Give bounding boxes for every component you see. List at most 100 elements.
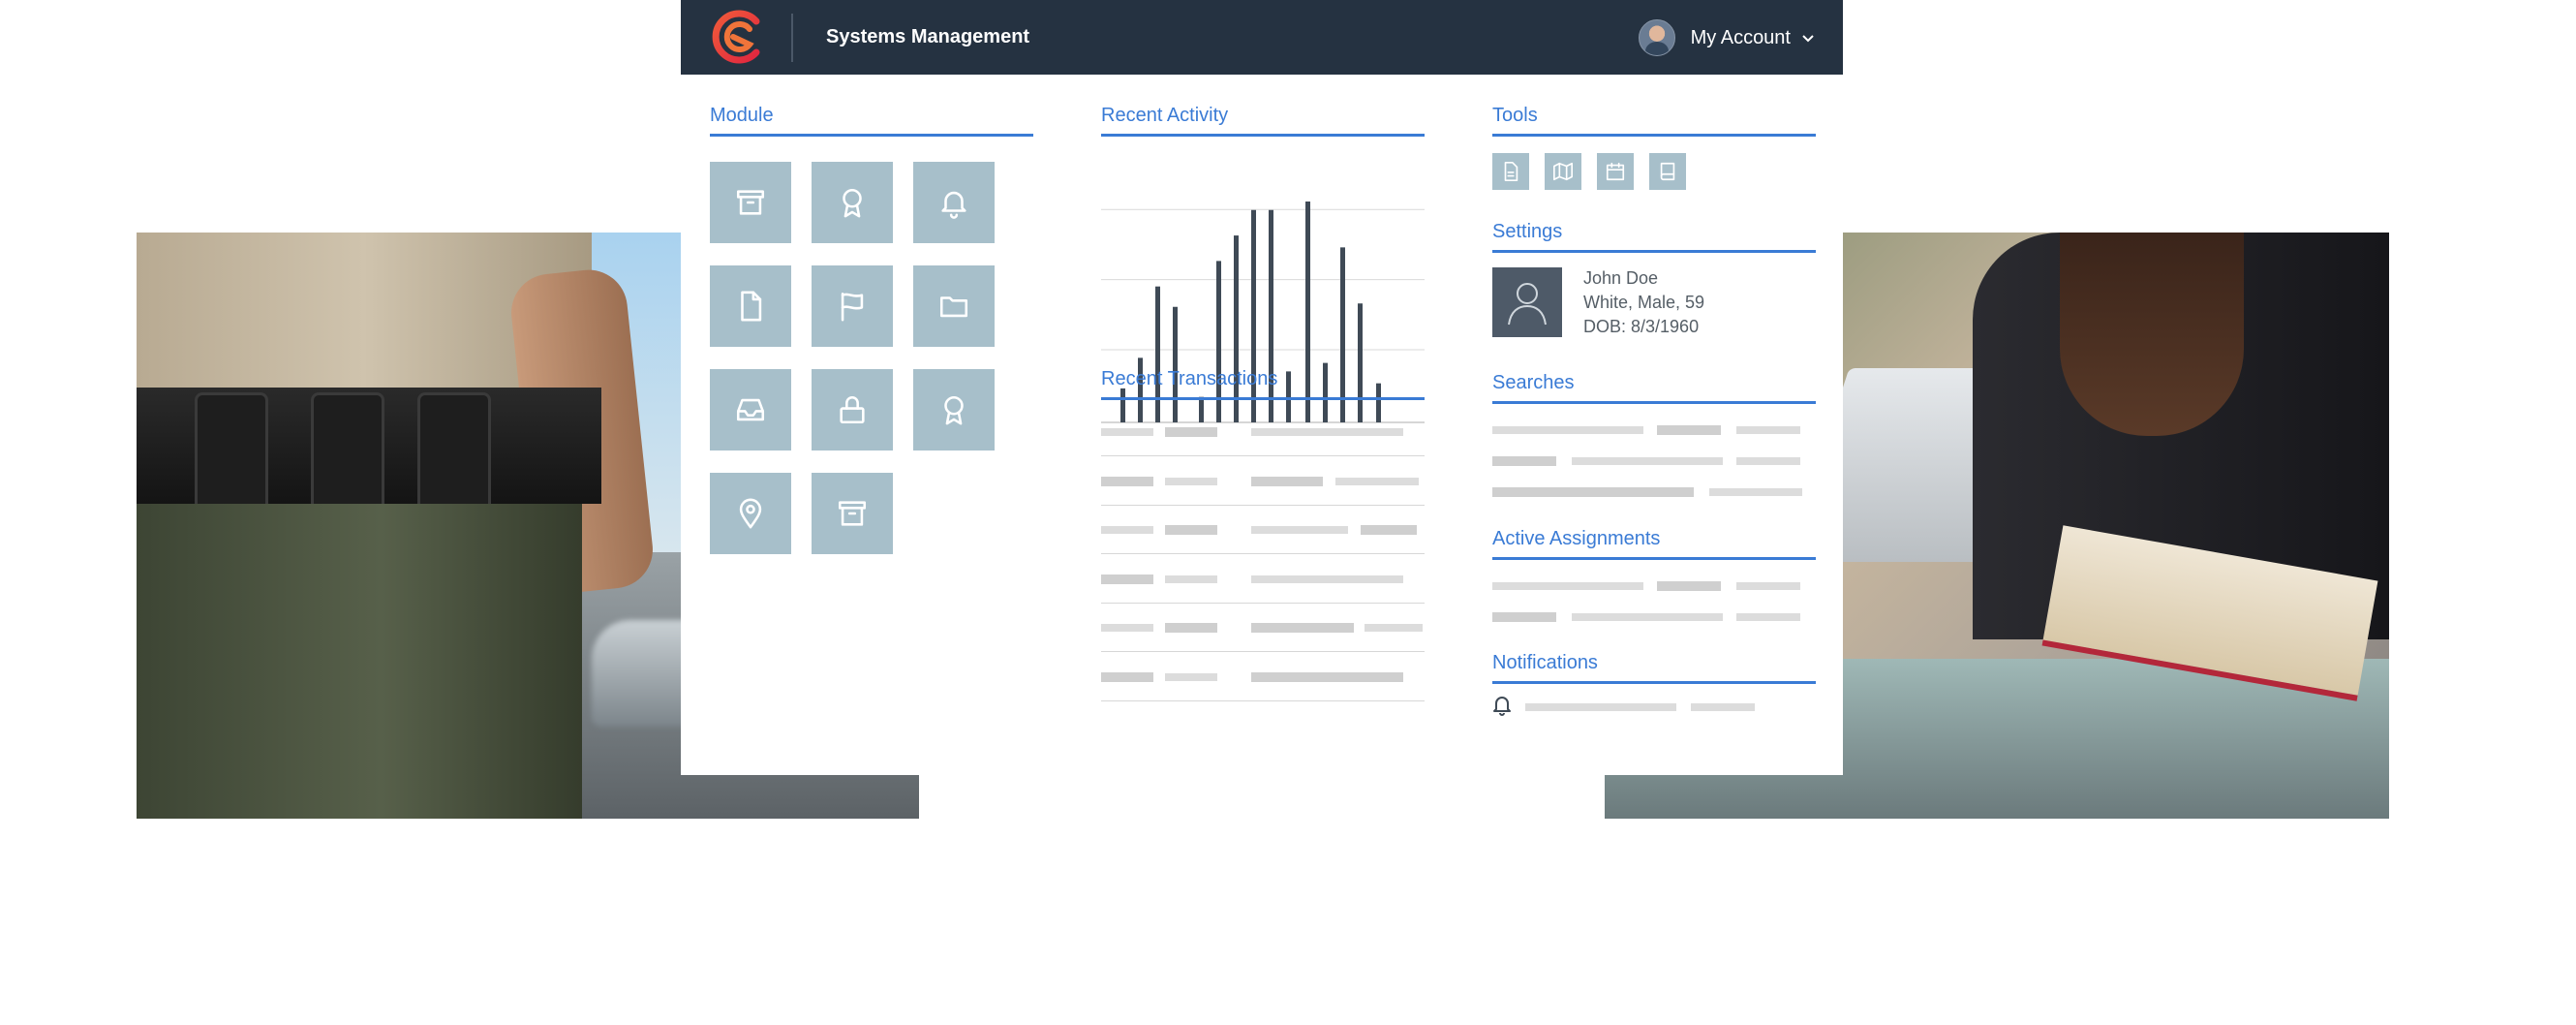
profile-name: John Doe bbox=[1583, 268, 1659, 288]
module-section: Module bbox=[710, 105, 1033, 137]
placeholder-line bbox=[1691, 703, 1755, 711]
placeholder-line bbox=[1165, 623, 1217, 633]
placeholder-line bbox=[1361, 525, 1417, 535]
account-label[interactable]: My Account bbox=[1691, 27, 1791, 49]
row-divider bbox=[1101, 455, 1425, 456]
searches-section: Searches bbox=[1492, 372, 1816, 404]
placeholder-line bbox=[1492, 487, 1694, 497]
module-tile[interactable] bbox=[913, 369, 995, 450]
module-tile[interactable] bbox=[710, 265, 791, 347]
placeholder-line bbox=[1492, 426, 1643, 434]
row-divider bbox=[1101, 602, 1425, 604]
top-bar: Systems Management My Account bbox=[681, 0, 1843, 75]
placeholder-line bbox=[1251, 428, 1403, 436]
row-divider bbox=[1101, 651, 1425, 652]
module-tile[interactable] bbox=[710, 473, 791, 554]
placeholder-line bbox=[1736, 582, 1800, 590]
placeholder-line bbox=[1251, 671, 1403, 682]
tool-button[interactable] bbox=[1492, 153, 1529, 190]
award-icon bbox=[843, 188, 862, 218]
module-tile[interactable] bbox=[812, 369, 893, 450]
flag-icon bbox=[841, 292, 864, 322]
map-icon bbox=[1553, 162, 1573, 181]
placeholder-line bbox=[1101, 476, 1153, 486]
tool-button[interactable] bbox=[1649, 153, 1686, 190]
placeholder-line bbox=[1165, 575, 1217, 583]
map-pin-icon bbox=[739, 498, 762, 529]
placeholder-line bbox=[1165, 672, 1217, 681]
settings-section: Settings bbox=[1492, 221, 1816, 253]
header-divider bbox=[791, 14, 793, 62]
chart-bar bbox=[1173, 306, 1178, 422]
module-tile[interactable] bbox=[913, 265, 995, 347]
inbox-icon bbox=[736, 398, 765, 421]
chevron-down-icon[interactable] bbox=[1800, 30, 1816, 46]
profile-dob: DOB: 8/3/1960 bbox=[1583, 317, 1700, 336]
placeholder-line bbox=[1736, 426, 1800, 434]
placeholder-line bbox=[1365, 624, 1423, 632]
logo-icon[interactable] bbox=[710, 8, 766, 66]
recent-transactions-section: Recent Transactions bbox=[1101, 368, 1425, 400]
module-tile[interactable] bbox=[710, 369, 791, 450]
tools-title: Tools bbox=[1492, 105, 1816, 137]
bell-icon bbox=[941, 191, 966, 219]
app-title: Systems Management bbox=[826, 26, 1030, 47]
placeholder-line bbox=[1101, 574, 1153, 584]
placeholder-line bbox=[1709, 488, 1802, 496]
placeholder-line bbox=[1101, 671, 1153, 682]
placeholder-line bbox=[1572, 457, 1723, 465]
placeholder-line bbox=[1492, 612, 1556, 622]
chart-bar bbox=[1199, 396, 1204, 422]
module-tile[interactable] bbox=[710, 162, 791, 243]
placeholder-line bbox=[1736, 457, 1800, 465]
active-assignments-section: Active Assignments bbox=[1492, 528, 1816, 560]
account-menu[interactable]: My Account bbox=[1638, 19, 1816, 56]
placeholder-line bbox=[1251, 526, 1348, 534]
chart-bar bbox=[1358, 303, 1363, 422]
placeholder-line bbox=[1165, 427, 1217, 437]
module-title: Module bbox=[710, 105, 1033, 137]
placeholder-line bbox=[1335, 477, 1419, 485]
file-icon bbox=[741, 291, 762, 322]
searches-title: Searches bbox=[1492, 372, 1816, 404]
placeholder-line bbox=[1492, 582, 1643, 590]
placeholder-line bbox=[1572, 613, 1723, 621]
module-tile[interactable] bbox=[812, 265, 893, 347]
module-tile[interactable] bbox=[812, 162, 893, 243]
placeholder-line bbox=[1251, 575, 1403, 583]
placeholder-line bbox=[1165, 525, 1217, 535]
row-divider bbox=[1101, 504, 1425, 506]
profile-details: White, Male, 59 bbox=[1583, 293, 1705, 312]
placeholder-line bbox=[1525, 703, 1676, 711]
placeholder-line bbox=[1251, 623, 1354, 633]
profile-photo[interactable] bbox=[1492, 267, 1562, 337]
recent-transactions-title: Recent Transactions bbox=[1101, 368, 1425, 400]
chart-bar bbox=[1155, 286, 1160, 422]
folder-icon bbox=[939, 296, 968, 318]
active-assignments-title: Active Assignments bbox=[1492, 528, 1816, 560]
book-icon bbox=[1660, 162, 1675, 181]
row-divider bbox=[1101, 553, 1425, 554]
placeholder-line bbox=[1736, 613, 1800, 621]
placeholder-line bbox=[1101, 526, 1153, 534]
placeholder-line bbox=[1492, 456, 1556, 466]
placeholder-line bbox=[1657, 425, 1721, 435]
notifications-title: Notifications bbox=[1492, 652, 1816, 684]
module-tile[interactable] bbox=[913, 162, 995, 243]
placeholder-line bbox=[1251, 476, 1323, 486]
recent-activity-section: Recent Activity bbox=[1101, 105, 1425, 423]
tool-button[interactable] bbox=[1545, 153, 1581, 190]
tool-button[interactable] bbox=[1597, 153, 1634, 190]
row-divider bbox=[1101, 699, 1425, 701]
archive-icon bbox=[838, 501, 867, 526]
module-tile[interactable] bbox=[812, 473, 893, 554]
tools-section: Tools bbox=[1492, 105, 1816, 137]
lock-icon bbox=[840, 396, 865, 424]
file-text-icon bbox=[1504, 162, 1518, 181]
avatar[interactable] bbox=[1638, 19, 1675, 56]
user-icon bbox=[1508, 283, 1547, 326]
placeholder-line bbox=[1101, 624, 1153, 632]
placeholder-line bbox=[1657, 581, 1721, 591]
bell-icon[interactable] bbox=[1492, 695, 1512, 716]
calendar-icon bbox=[1606, 162, 1625, 181]
